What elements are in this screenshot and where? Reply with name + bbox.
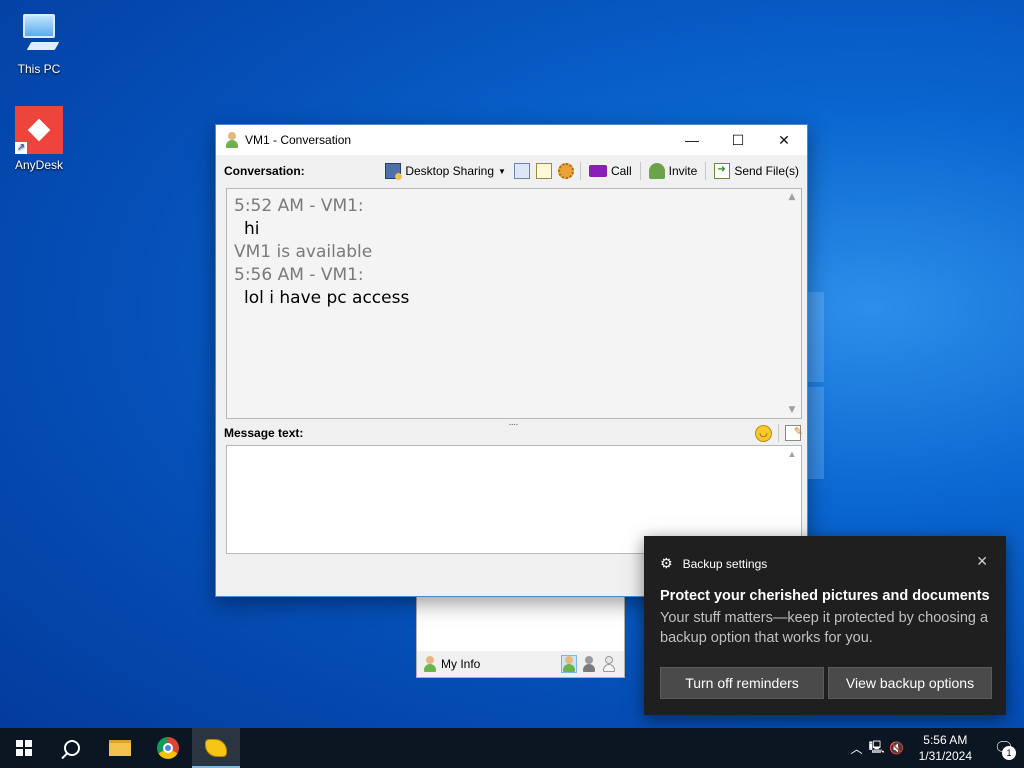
desktop-sharing-button[interactable]: Desktop Sharing ▼ bbox=[383, 163, 508, 180]
status-away-icon[interactable] bbox=[582, 656, 596, 672]
wallpaper-light-beam bbox=[808, 387, 824, 479]
notification-body: Your stuff matters—keep it protected by … bbox=[660, 610, 989, 646]
status-offline-icon[interactable] bbox=[602, 656, 616, 672]
notification-count-badge: 1 bbox=[1002, 746, 1016, 760]
chrome-button[interactable] bbox=[144, 728, 192, 768]
history-scrollbar[interactable]: ▲ ▼ bbox=[784, 190, 800, 417]
file-info-icon[interactable] bbox=[535, 163, 552, 179]
format-text-icon[interactable] bbox=[785, 425, 803, 441]
start-button[interactable] bbox=[0, 728, 48, 768]
view-backup-options-button[interactable]: View backup options bbox=[828, 667, 992, 699]
settings-icon[interactable] bbox=[557, 163, 574, 179]
status-notice: VM1 is available bbox=[234, 242, 373, 262]
desktop-icon-label: This PC bbox=[17, 62, 61, 76]
clock[interactable]: 5:56 AM 1/31/2024 bbox=[907, 732, 984, 764]
desktop-sharing-icon bbox=[385, 163, 403, 180]
invite-users-icon bbox=[648, 163, 665, 179]
contact-list-window: My Info bbox=[416, 596, 625, 678]
my-info-link[interactable]: My Info bbox=[441, 657, 480, 671]
contact-icon bbox=[225, 132, 239, 148]
notification-app-name: Backup settings bbox=[682, 556, 768, 571]
toolbar-separator bbox=[579, 162, 581, 180]
minimize-button[interactable]: — bbox=[669, 125, 715, 155]
message-text: hi bbox=[244, 219, 260, 239]
message-text: lol i have pc access bbox=[244, 288, 410, 308]
send-files-button[interactable]: Send File(s) bbox=[712, 163, 801, 179]
network-icon[interactable]: 🖳 bbox=[867, 738, 887, 759]
gear-icon: ⚙ bbox=[660, 555, 673, 571]
volume-muted-icon[interactable]: 🔇 bbox=[887, 741, 907, 755]
message-toolbar: Message text: ◡ bbox=[224, 423, 803, 443]
conversation-label: Conversation: bbox=[224, 164, 305, 178]
scroll-up-icon[interactable]: ▲ bbox=[784, 447, 800, 461]
conversation-window: VM1 - Conversation — ☐ ✕ Conversation: D… bbox=[215, 124, 808, 597]
clock-time: 5:56 AM bbox=[923, 733, 968, 747]
messenger-button[interactable] bbox=[192, 728, 240, 768]
history-icon[interactable] bbox=[513, 163, 530, 179]
toolbar-separator bbox=[705, 162, 707, 180]
chrome-icon bbox=[157, 737, 179, 759]
window-title: VM1 - Conversation bbox=[245, 133, 352, 147]
conversation-toolbar: Conversation: Desktop Sharing ▼ Call Inv… bbox=[224, 159, 801, 183]
my-info-icon bbox=[423, 656, 437, 672]
chat-bubble-icon bbox=[205, 739, 227, 757]
scroll-down-icon[interactable]: ▼ bbox=[784, 403, 800, 417]
anydesk-icon: ↗ bbox=[15, 106, 63, 154]
notification-title: Protect your cherished pictures and docu… bbox=[660, 588, 990, 604]
emoticon-icon[interactable]: ◡ bbox=[755, 424, 772, 442]
conversation-history[interactable]: 5:52 AM - VM1: hi VM1 is available 5:56 … bbox=[226, 188, 802, 419]
turn-off-reminders-button[interactable]: Turn off reminders bbox=[660, 667, 824, 699]
maximize-button[interactable]: ☐ bbox=[715, 125, 761, 155]
title-bar[interactable]: VM1 - Conversation — ☐ ✕ bbox=[216, 125, 807, 155]
message-header: 5:56 AM - VM1: bbox=[234, 265, 364, 285]
windows-logo-icon bbox=[16, 740, 32, 756]
status-selector bbox=[561, 655, 624, 673]
clock-date: 1/31/2024 bbox=[918, 749, 972, 763]
message-text-label: Message text: bbox=[224, 426, 304, 440]
wallpaper-light-beam bbox=[808, 292, 824, 382]
computer-icon bbox=[15, 10, 63, 58]
desktop-icon-label: AnyDesk bbox=[14, 158, 64, 172]
scroll-up-icon[interactable]: ▲ bbox=[784, 190, 800, 204]
message-header: 5:52 AM - VM1: bbox=[234, 196, 364, 216]
notification-close-button[interactable]: ✕ bbox=[976, 553, 988, 570]
chevron-up-icon[interactable]: ︿ bbox=[847, 740, 867, 757]
system-tray: ︿ 🖳 🔇 5:56 AM 1/31/2024 🗨 1 bbox=[847, 728, 1024, 768]
toolbar-separator bbox=[639, 162, 641, 180]
invite-button[interactable]: Invite bbox=[647, 163, 700, 179]
action-center-button[interactable]: 🗨 1 bbox=[984, 728, 1024, 768]
desktop-icon-this-pc[interactable]: This PC bbox=[4, 10, 74, 76]
send-file-icon bbox=[714, 163, 731, 179]
invite-label: Invite bbox=[668, 164, 698, 178]
call-button[interactable]: Call bbox=[587, 164, 634, 178]
search-button[interactable] bbox=[48, 728, 96, 768]
file-explorer-button[interactable] bbox=[96, 728, 144, 768]
backup-notification: ⚙ Backup settings ✕ Protect your cherish… bbox=[644, 536, 1006, 715]
folder-icon bbox=[109, 740, 131, 756]
video-call-icon bbox=[588, 165, 607, 177]
send-files-label: Send File(s) bbox=[734, 164, 799, 178]
contact-list-footer: My Info bbox=[417, 651, 624, 677]
chevron-down-icon: ▼ bbox=[498, 166, 506, 176]
desktop-sharing-label: Desktop Sharing bbox=[405, 164, 495, 178]
toolbar-separator bbox=[778, 424, 779, 442]
desktop-icon-anydesk[interactable]: ↗ AnyDesk bbox=[4, 106, 74, 172]
search-icon bbox=[64, 740, 80, 756]
call-label: Call bbox=[610, 164, 632, 178]
taskbar: ︿ 🖳 🔇 5:56 AM 1/31/2024 🗨 1 bbox=[0, 728, 1024, 768]
close-button[interactable]: ✕ bbox=[761, 125, 807, 155]
status-online-icon[interactable] bbox=[561, 655, 577, 673]
